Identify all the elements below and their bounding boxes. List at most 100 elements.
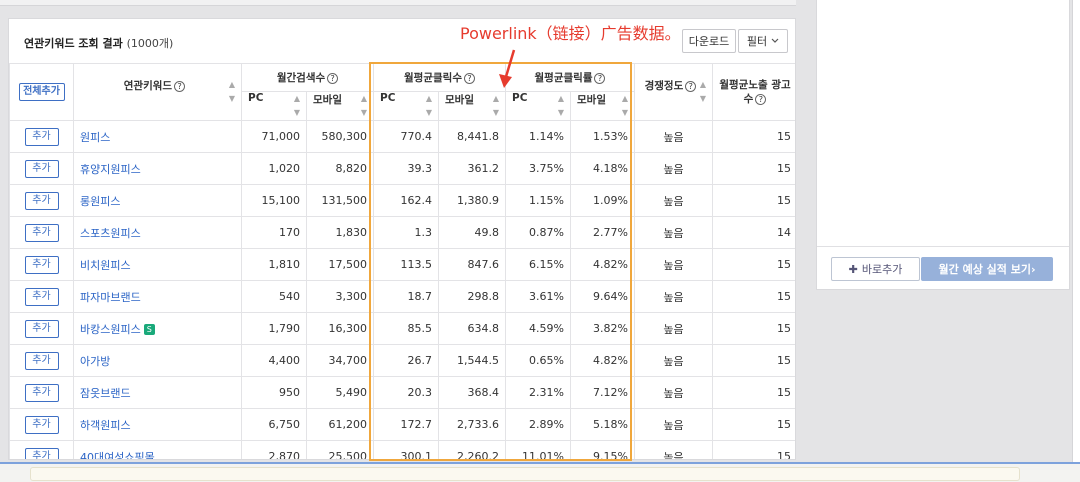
keyword-cell[interactable]: 파자마브랜드 bbox=[73, 280, 242, 313]
value-text: 368.4 bbox=[467, 386, 500, 399]
table-row: 추가 파자마브랜드 540 3,300 18.7 298.8 3.61% 9.64% 높음 15 bbox=[9, 280, 795, 313]
value-cell-cpc: 113.5 bbox=[373, 248, 439, 281]
header-monthly-search: 월간검색수? bbox=[241, 63, 374, 92]
keyword-cell[interactable]: 40대여성쇼핑몰 bbox=[73, 440, 242, 460]
value-text: 300.1 bbox=[400, 450, 433, 460]
value-cell-pc: 6,750 bbox=[241, 408, 307, 441]
add-all-button[interactable]: 전체추가 bbox=[18, 83, 65, 101]
header-avg-ads[interactable]: 월평균노출 광고수? bbox=[712, 63, 795, 121]
keyword-text[interactable]: 비치원피스 bbox=[80, 259, 131, 272]
value-text: 170 bbox=[279, 226, 300, 239]
keyword-text[interactable]: 하객원피스 bbox=[80, 419, 131, 432]
table-row: 추가 비치원피스 1,810 17,500 113.5 847.6 6.15% 4.82% 높음… bbox=[9, 248, 795, 281]
value-text: 298.8 bbox=[467, 290, 500, 303]
keyword-cell[interactable]: 비치원피스 bbox=[73, 248, 242, 281]
keyword-text[interactable]: 스포츠원피스 bbox=[80, 227, 141, 240]
download-button[interactable]: 다운로드 bbox=[682, 29, 736, 53]
sort-icon[interactable]: ▲ ▼ bbox=[493, 93, 499, 120]
value-cell-mo: 1,830 bbox=[306, 216, 374, 249]
help-icon[interactable]: ? bbox=[594, 72, 606, 84]
sub-header-pc[interactable]: PC ▲ ▼ bbox=[373, 91, 439, 121]
sort-icon[interactable]: ▲ ▼ bbox=[426, 93, 432, 120]
add-button[interactable]: 추가 bbox=[24, 447, 59, 459]
keyword-cell[interactable]: 롱원피스 bbox=[73, 184, 242, 217]
add-button[interactable]: 추가 bbox=[24, 287, 59, 306]
keyword-text[interactable]: 파자마브랜드 bbox=[80, 291, 141, 304]
table-row: 추가 잠옷브랜드 950 5,490 20.3 368.4 2.31% 7.12% 높음 15 bbox=[9, 376, 795, 409]
add-button[interactable]: 추가 bbox=[24, 415, 59, 434]
ads-count-text: 15 bbox=[777, 194, 791, 207]
header-keyword[interactable]: 연관키워드? ▲ ▼ bbox=[73, 63, 242, 121]
value-text: 15,100 bbox=[261, 194, 301, 207]
add-button[interactable]: 추가 bbox=[24, 127, 59, 146]
help-icon[interactable]: ? bbox=[327, 72, 339, 84]
value-cell-cpc: 300.1 bbox=[373, 440, 439, 460]
keyword-text[interactable]: 원피스 bbox=[80, 131, 110, 144]
sub-header-mobile[interactable]: 모바일 ▲ ▼ bbox=[570, 91, 635, 121]
sub-header-pc[interactable]: PC ▲ ▼ bbox=[505, 91, 571, 121]
sort-icon[interactable]: ▲ ▼ bbox=[294, 93, 300, 120]
keyword-text[interactable]: 롱원피스 bbox=[80, 195, 120, 208]
keyword-cell[interactable]: 잠옷브랜드 bbox=[73, 376, 242, 409]
value-text: 1.15% bbox=[529, 194, 564, 207]
sort-icon[interactable]: ▲ ▼ bbox=[361, 93, 367, 120]
header-competition[interactable]: 경쟁정도? ▲ ▼ bbox=[634, 63, 713, 121]
sub-header-mobile[interactable]: 모바일 ▲ ▼ bbox=[438, 91, 506, 121]
keyword-cell[interactable]: 아가방 bbox=[73, 344, 242, 377]
sort-icon[interactable]: ▲ ▼ bbox=[622, 93, 628, 120]
value-cell-cpc: 162.4 bbox=[373, 184, 439, 217]
help-icon[interactable]: ? bbox=[755, 93, 767, 105]
value-text: 26.7 bbox=[407, 354, 433, 367]
sub-header-mobile[interactable]: 모바일 ▲ ▼ bbox=[306, 91, 374, 121]
value-text: 770.4 bbox=[400, 130, 433, 143]
value-cell-rpc: 2.89% bbox=[505, 408, 571, 441]
value-text: 34,700 bbox=[328, 354, 368, 367]
value-text: 8,441.8 bbox=[457, 130, 499, 143]
add-button[interactable]: 추가 bbox=[24, 191, 59, 210]
header-avg-ctr: 월평균클릭률? bbox=[505, 63, 635, 92]
keyword-text[interactable]: 휴양지원피스 bbox=[80, 163, 141, 176]
add-button[interactable]: 추가 bbox=[24, 159, 59, 178]
value-cell-pc: 1,810 bbox=[241, 248, 307, 281]
keyword-text[interactable]: 40대여성쇼핑몰 bbox=[80, 451, 155, 460]
competition-cell: 높음 bbox=[634, 408, 713, 441]
add-button[interactable]: 추가 bbox=[24, 351, 59, 370]
value-text: 3,300 bbox=[335, 290, 368, 303]
keyword-cell[interactable]: 스포츠원피스 bbox=[73, 216, 242, 249]
ads-cell: 15 bbox=[712, 280, 795, 313]
add-cell: 추가 bbox=[9, 184, 74, 217]
add-button[interactable]: 추가 bbox=[24, 255, 59, 274]
keyword-cell[interactable]: 하객원피스 bbox=[73, 408, 242, 441]
help-icon[interactable]: ? bbox=[174, 80, 186, 92]
value-text: 4.82% bbox=[593, 354, 628, 367]
sort-icon[interactable]: ▲ ▼ bbox=[558, 93, 564, 120]
add-cell: 추가 bbox=[9, 344, 74, 377]
filter-button[interactable]: 필터 bbox=[738, 29, 788, 53]
help-icon[interactable]: ? bbox=[685, 80, 697, 92]
value-cell-rmo: 3.82% bbox=[570, 312, 635, 345]
sort-icon[interactable]: ▲ ▼ bbox=[700, 78, 706, 106]
keyword-text[interactable]: 아가방 bbox=[80, 355, 110, 368]
add-button[interactable]: 추가 bbox=[24, 383, 59, 402]
value-cell-rpc: 0.87% bbox=[505, 216, 571, 249]
help-icon[interactable]: ? bbox=[463, 72, 475, 84]
keyword-text[interactable]: 잠옷브랜드 bbox=[80, 387, 131, 400]
sub-header-pc[interactable]: PC ▲ ▼ bbox=[241, 91, 307, 121]
quick-add-button[interactable]: ✚ 바로추가 bbox=[831, 257, 920, 281]
competition-text: 높음 bbox=[663, 226, 684, 240]
sort-icon[interactable]: ▲ ▼ bbox=[229, 78, 235, 106]
value-text: 3.61% bbox=[529, 290, 564, 303]
value-text: 71,000 bbox=[261, 130, 301, 143]
competition-cell: 높음 bbox=[634, 344, 713, 377]
keyword-cell[interactable]: 휴양지원피스 bbox=[73, 152, 242, 185]
add-button[interactable]: 추가 bbox=[24, 223, 59, 242]
keyword-text[interactable]: 바캉스원피스 bbox=[80, 323, 141, 336]
add-button[interactable]: 추가 bbox=[24, 319, 59, 338]
forecast-button[interactable]: 월간 예상 실적 보기› bbox=[921, 257, 1053, 281]
value-cell-cmo: 49.8 bbox=[438, 216, 506, 249]
value-text: 540 bbox=[279, 290, 300, 303]
keyword-cell[interactable]: 원피스 bbox=[73, 120, 242, 153]
value-text: 9.64% bbox=[593, 290, 628, 303]
keyword-cell[interactable]: 바캉스원피스 S bbox=[73, 312, 242, 345]
value-text: 172.7 bbox=[400, 418, 433, 431]
